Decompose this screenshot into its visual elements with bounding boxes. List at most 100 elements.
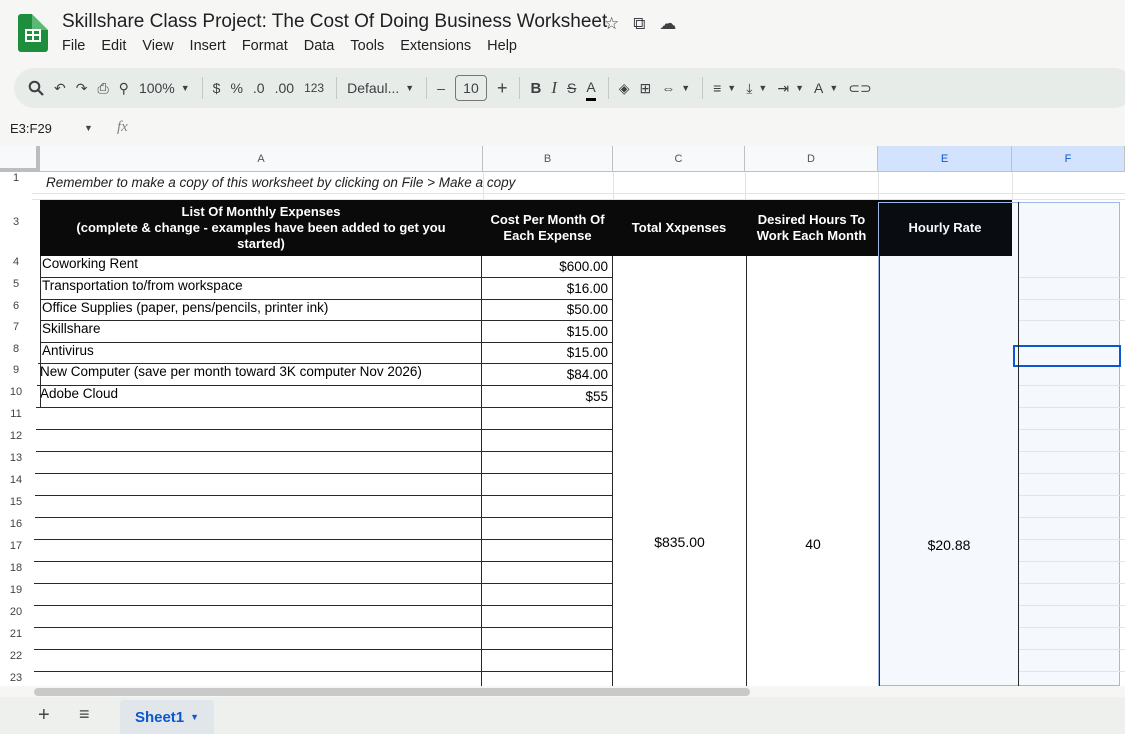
horizontal-scrollbar[interactable] — [34, 688, 750, 696]
row-header-9[interactable]: 9 — [0, 364, 32, 376]
print-icon[interactable]: ⎙ — [97, 75, 108, 101]
name-box[interactable]: E3:F29 — [10, 121, 52, 136]
active-cell[interactable] — [1013, 345, 1121, 367]
redo-icon[interactable]: ↷ — [76, 75, 88, 101]
menu-tools[interactable]: Tools — [350, 38, 384, 54]
select-all-corner[interactable] — [0, 146, 40, 172]
expense-label[interactable]: Antivirus — [42, 343, 94, 358]
expense-value[interactable]: $15.00 — [484, 345, 608, 360]
expense-label[interactable]: Office Supplies (paper, pens/pencils, pr… — [42, 300, 328, 315]
sheet-tab[interactable]: Sheet1 ▼ — [120, 700, 214, 734]
row-header-17[interactable]: 17 — [0, 540, 32, 552]
row-header-7[interactable]: 7 — [0, 321, 32, 333]
expense-value[interactable]: $600.00 — [484, 259, 608, 274]
expense-label[interactable]: Coworking Rent — [42, 256, 138, 271]
text-wrapping-icon[interactable]: ⇥ ▼ — [777, 75, 804, 101]
total-expenses-value[interactable]: $835.00 — [613, 534, 746, 550]
zoom-select[interactable]: 100% ▼ — [139, 75, 190, 101]
gridline — [1019, 429, 1125, 430]
row-header-22[interactable]: 22 — [0, 650, 32, 662]
decrease-font-size-button[interactable]: – — [437, 75, 445, 101]
row-header-16[interactable]: 16 — [0, 518, 32, 530]
add-sheet-button[interactable]: + — [38, 704, 50, 727]
percent-button[interactable]: % — [230, 75, 242, 101]
font-size-input[interactable]: 10 — [454, 75, 487, 101]
menu-view[interactable]: View — [142, 38, 173, 54]
expense-label[interactable]: Transportation to/from workspace — [42, 278, 243, 293]
bold-button[interactable]: B — [530, 75, 541, 101]
borders-icon[interactable]: ⊞ — [639, 75, 651, 101]
strikethrough-button[interactable]: S — [567, 75, 576, 101]
text-rotation-icon[interactable]: A ▼ — [814, 75, 838, 101]
chevron-down-icon[interactable]: ▼ — [84, 123, 93, 133]
expense-label[interactable]: Adobe Cloud — [40, 386, 118, 401]
row-header-13[interactable]: 13 — [0, 452, 32, 464]
gridline — [32, 193, 1125, 194]
column-header-e[interactable]: E — [878, 146, 1012, 172]
cloud-status-icon[interactable]: ☁ — [659, 14, 676, 34]
fill-color-icon[interactable]: ◈ — [619, 75, 630, 101]
font-select[interactable]: Defaul... ▼ — [347, 75, 414, 101]
menu-edit[interactable]: Edit — [101, 38, 126, 54]
insert-link-icon[interactable]: ⊂⊃ — [848, 75, 871, 101]
decrease-decimal-button[interactable]: .0 — [253, 75, 265, 101]
expense-value[interactable]: $50.00 — [484, 302, 608, 317]
star-icon[interactable]: ☆ — [604, 14, 619, 34]
row-header-11[interactable]: 11 — [0, 408, 32, 420]
row-header-5[interactable]: 5 — [0, 278, 32, 290]
row-header-15[interactable]: 15 — [0, 496, 32, 508]
merge-cells-icon[interactable]: ⇔ ▼ — [661, 75, 690, 101]
text-color-button[interactable]: A — [586, 75, 596, 101]
menu-file[interactable]: File — [62, 38, 85, 54]
menu-insert[interactable]: Insert — [190, 38, 226, 54]
column-header-a[interactable]: A — [40, 146, 483, 172]
vertical-align-icon[interactable]: ⤓ ▼ — [746, 75, 767, 101]
expense-value[interactable]: $16.00 — [484, 281, 608, 296]
row-header-1[interactable]: 1 — [0, 172, 32, 184]
row-header-21[interactable]: 21 — [0, 628, 32, 640]
row-header-3[interactable]: 3 — [0, 216, 32, 228]
paint-format-icon[interactable]: ⚲ — [119, 75, 129, 101]
menu-extensions[interactable]: Extensions — [400, 38, 471, 54]
sheets-logo-icon[interactable] — [18, 14, 48, 52]
column-header-f[interactable]: F — [1012, 146, 1125, 172]
column-header-c[interactable]: C — [613, 146, 745, 172]
row-header-6[interactable]: 6 — [0, 300, 32, 312]
menu-help[interactable]: Help — [487, 38, 517, 54]
move-folder-icon[interactable]: ⧉ — [633, 14, 645, 34]
row-header-14[interactable]: 14 — [0, 474, 32, 486]
expense-value[interactable]: $84.00 — [484, 367, 608, 382]
chevron-down-icon[interactable]: ▼ — [190, 712, 199, 722]
row-header-10[interactable]: 10 — [0, 386, 32, 398]
row-header-4[interactable]: 4 — [0, 256, 32, 268]
row-header-20[interactable]: 20 — [0, 606, 32, 618]
column-header-b[interactable]: B — [483, 146, 613, 172]
row-header-12[interactable]: 12 — [0, 430, 32, 442]
sheet-grid[interactable]: A B C D E F 1 3 4 5 6 7 8 9 10 11 12 13 … — [0, 146, 1125, 686]
currency-button[interactable]: $ — [213, 75, 221, 101]
number-format-button[interactable]: 123 — [304, 75, 324, 101]
column-header-d[interactable]: D — [745, 146, 878, 172]
expense-label[interactable]: Skillshare — [42, 321, 101, 336]
increase-decimal-button[interactable]: .00 — [275, 75, 294, 101]
undo-icon[interactable]: ↶ — [54, 75, 66, 101]
row-header-23[interactable]: 23 — [0, 672, 32, 684]
search-menus-icon[interactable] — [28, 75, 44, 101]
menu-format[interactable]: Format — [242, 38, 288, 54]
all-sheets-menu-icon[interactable]: ≡ — [79, 704, 90, 725]
row-header-19[interactable]: 19 — [0, 584, 32, 596]
border — [34, 671, 612, 672]
document-title[interactable]: Skillshare Class Project: The Cost Of Do… — [62, 11, 607, 33]
desired-hours-value[interactable]: 40 — [747, 536, 879, 552]
border — [40, 342, 612, 343]
menu-data[interactable]: Data — [304, 38, 335, 54]
increase-font-size-button[interactable]: + — [497, 75, 508, 101]
horizontal-align-icon[interactable]: ≡ ▼ — [713, 75, 736, 101]
row-header-18[interactable]: 18 — [0, 562, 32, 574]
expense-value[interactable]: $15.00 — [484, 324, 608, 339]
expense-value[interactable]: $55 — [484, 389, 608, 404]
italic-button[interactable]: I — [551, 75, 557, 101]
expense-label[interactable]: New Computer (save per month toward 3K c… — [40, 364, 422, 379]
row-header-8[interactable]: 8 — [0, 343, 32, 355]
hourly-rate-value[interactable]: $20.88 — [880, 537, 1018, 553]
